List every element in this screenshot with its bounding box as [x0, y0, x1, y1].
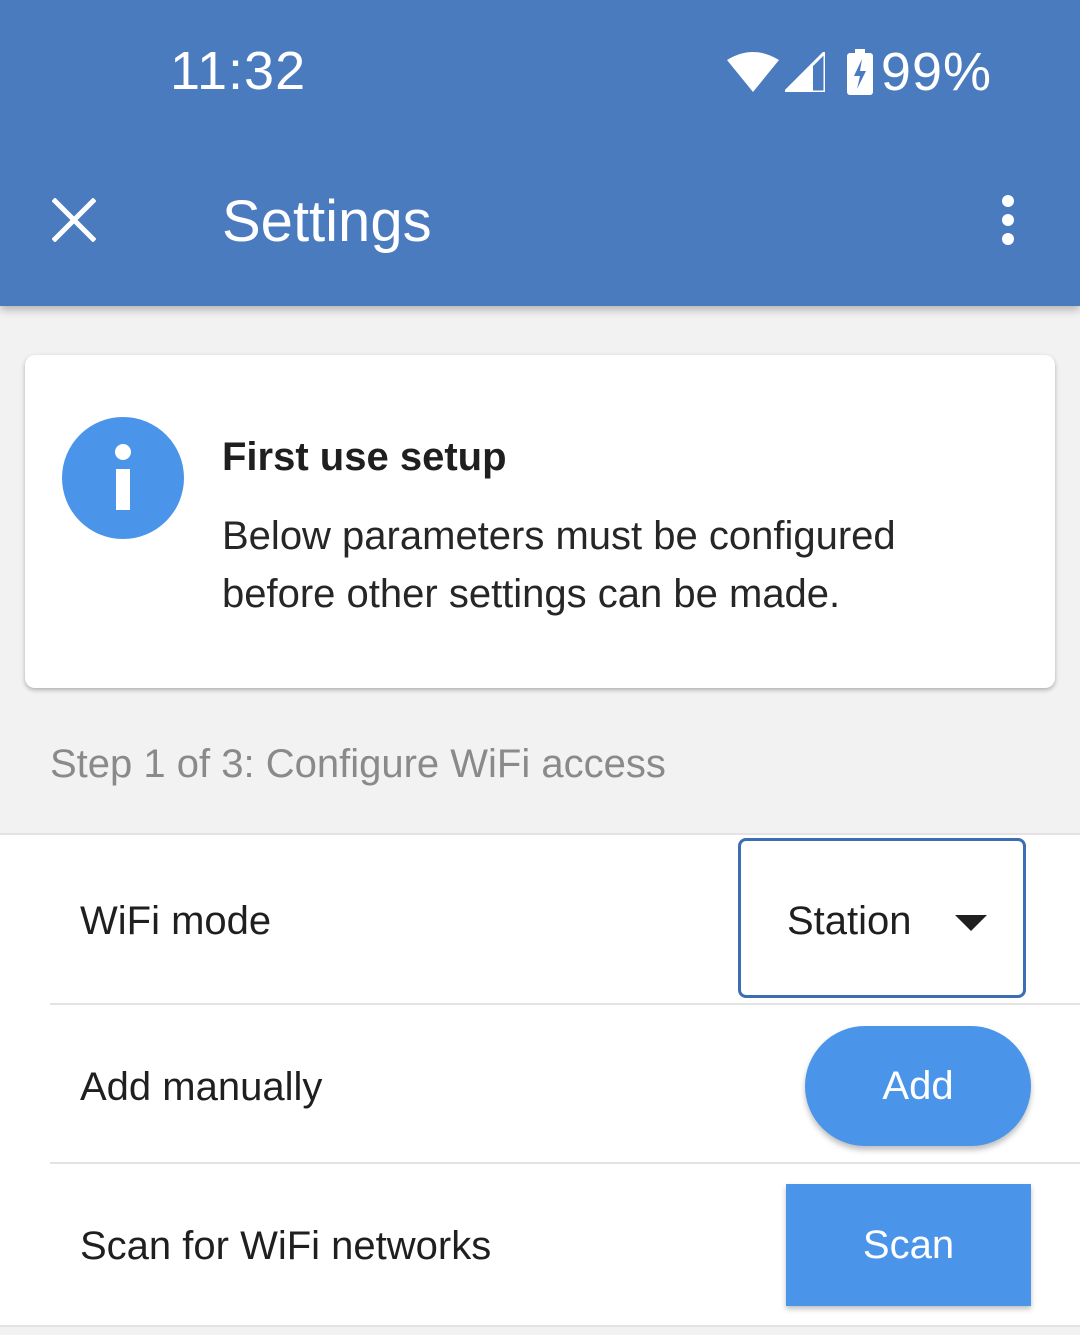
card-title: First use setup [222, 435, 507, 479]
overflow-menu-button[interactable] [980, 186, 1036, 258]
close-button[interactable] [40, 188, 108, 256]
step-label: Step 1 of 3: Configure WiFi access [50, 742, 666, 786]
app-header: 11:32 99% Settings [0, 0, 1080, 306]
wifi-settings-list: WiFi mode Station Add manually Add Scan … [0, 833, 1080, 1327]
add-manually-label: Add manually [80, 1065, 323, 1109]
wifi-mode-selected-value: Station [787, 899, 912, 943]
add-button[interactable]: Add [805, 1026, 1031, 1146]
status-time: 11:32 [170, 41, 307, 101]
scan-button[interactable]: Scan [786, 1184, 1031, 1306]
card-body: Below parameters must be configured befo… [222, 514, 896, 616]
first-use-info-card: First use setup Below parameters must be… [25, 355, 1055, 688]
close-icon [51, 196, 97, 247]
status-icons: 99% [726, 42, 992, 102]
wifi-icon [726, 52, 779, 92]
page-title: Settings [222, 189, 432, 254]
info-icon [62, 417, 184, 539]
more-vert-icon [1001, 194, 1015, 251]
wifi-mode-label: WiFi mode [80, 899, 272, 943]
wifi-mode-row: WiFi mode Station [0, 835, 1080, 1003]
scan-label: Scan for WiFi networks [80, 1224, 492, 1268]
caret-down-icon [955, 915, 987, 936]
battery-percent: 99% [880, 42, 992, 102]
cell-signal-icon [784, 52, 825, 92]
battery-charging-icon [846, 49, 873, 95]
wifi-mode-dropdown[interactable]: Station [738, 838, 1026, 998]
